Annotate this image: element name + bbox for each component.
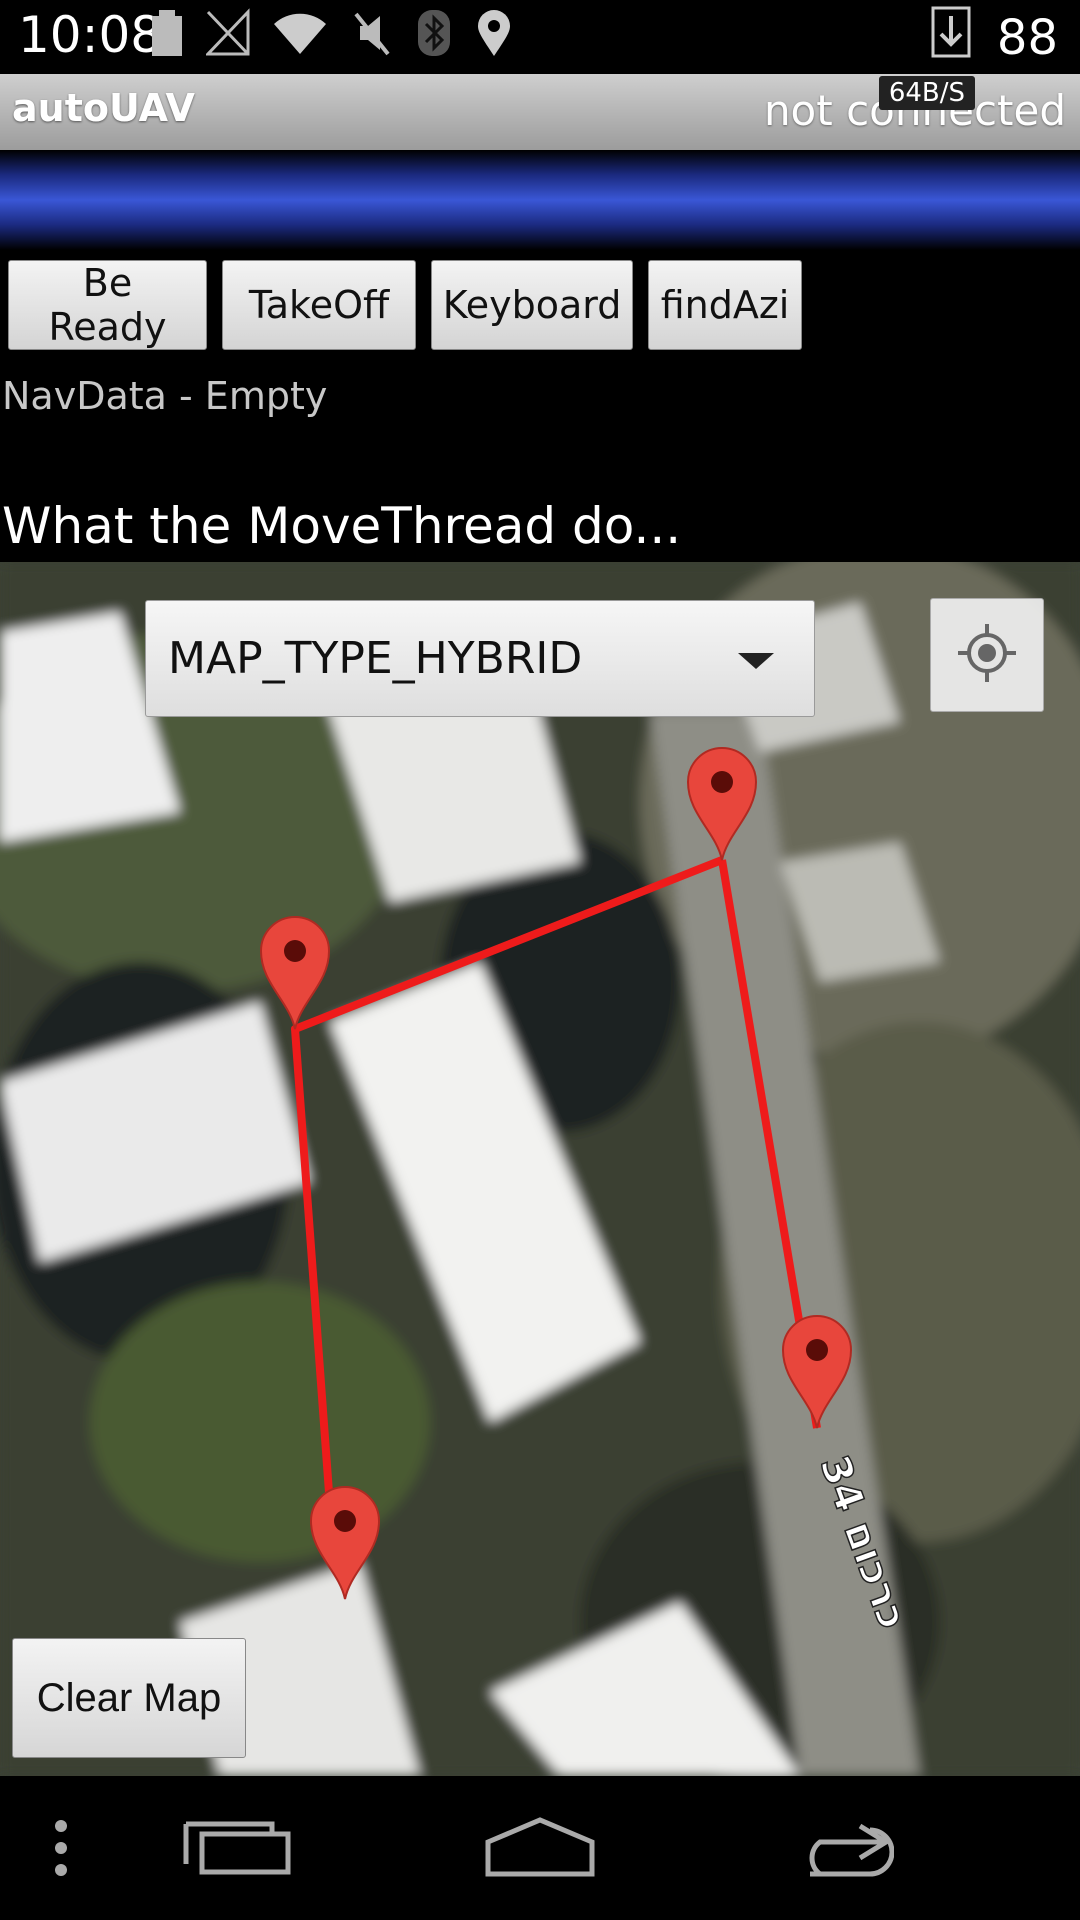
battery-level: 88 <box>996 10 1058 66</box>
no-signal-icon <box>204 8 250 62</box>
my-location-button[interactable] <box>930 598 1044 712</box>
battery-icon <box>150 8 184 62</box>
status-time: 10:08 <box>18 6 163 64</box>
be-ready-button[interactable]: Be Ready <box>8 260 207 350</box>
movethread-text: What the MoveThread do... <box>2 497 682 555</box>
control-buttons: Be Ready TakeOff Keyboard findAzi <box>8 260 802 350</box>
navdata-text: NavData - Empty <box>2 374 328 418</box>
clear-map-button[interactable]: Clear Map <box>12 1638 246 1758</box>
wifi-icon <box>272 10 328 60</box>
status-icons <box>150 8 514 62</box>
download-icon <box>931 6 971 70</box>
satellite-map[interactable]: כרכום 34 <box>0 562 1080 1776</box>
map-view[interactable]: כרכום 34 <box>0 562 1080 1776</box>
keyboard-button[interactable]: Keyboard <box>431 260 633 350</box>
bluetooth-icon <box>416 8 452 62</box>
location-icon <box>474 8 514 62</box>
data-rate-badge: 64B/S <box>878 76 975 110</box>
menu-icon[interactable] <box>48 1818 74 1882</box>
chevron-down-icon <box>738 653 774 669</box>
crosshair-icon <box>956 622 1018 688</box>
app-title: autoUAV <box>12 86 195 130</box>
map-type-value: MAP_TYPE_HYBRID <box>168 633 583 684</box>
recent-apps-icon[interactable] <box>182 1820 292 1880</box>
map-type-dropdown[interactable]: MAP_TYPE_HYBRID <box>145 600 815 717</box>
app-bar: autoUAV not connected 64B/S <box>0 74 1080 150</box>
status-bar: 10:08 88 <box>0 0 1080 74</box>
takeoff-button[interactable]: TakeOff <box>222 260 416 350</box>
find-azi-button[interactable]: findAzi <box>648 260 802 350</box>
back-icon[interactable] <box>790 1822 895 1882</box>
home-icon[interactable] <box>484 1816 596 1882</box>
navigation-bar <box>0 1776 1080 1920</box>
mute-icon <box>350 8 394 62</box>
progress-bar <box>0 150 1080 250</box>
